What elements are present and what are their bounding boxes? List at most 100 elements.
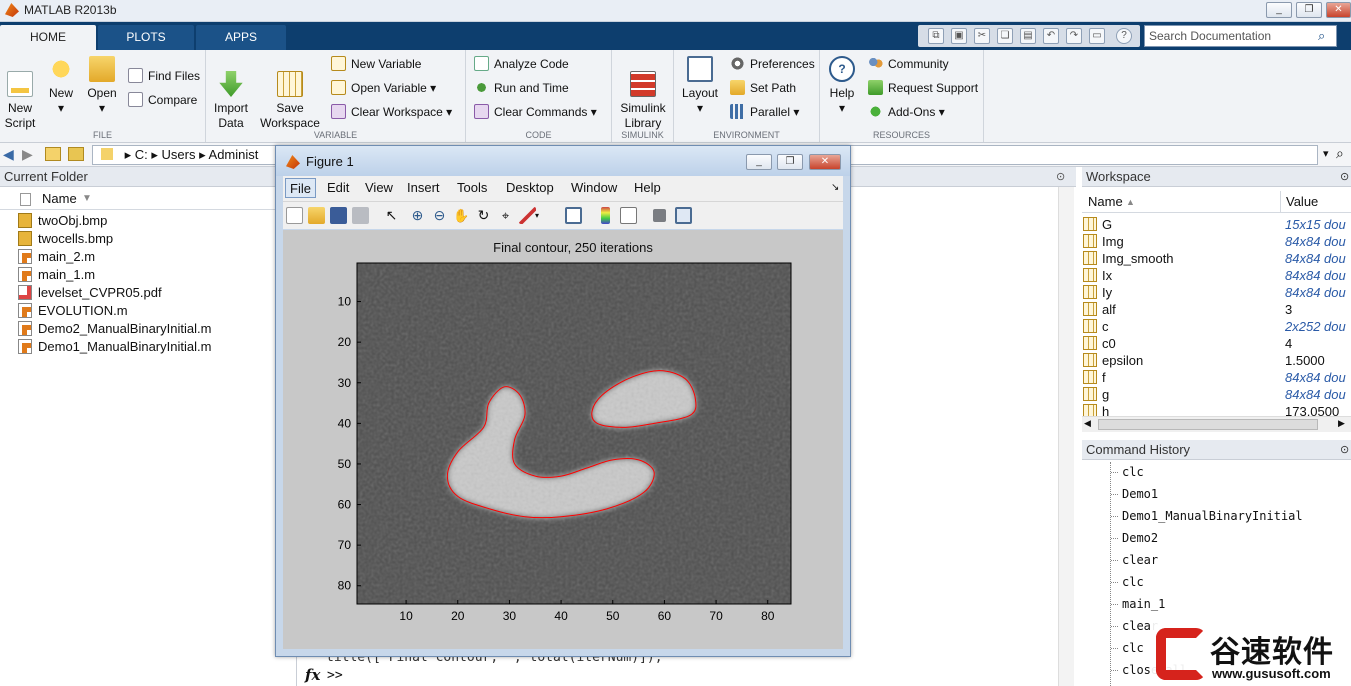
new-script-button[interactable]: New Script <box>2 56 38 131</box>
print-figure-icon[interactable] <box>352 207 369 224</box>
menu-edit[interactable]: Edit <box>323 178 353 198</box>
cut-icon[interactable]: ✂ <box>974 28 990 44</box>
value-column-label[interactable]: Value <box>1280 191 1318 213</box>
menu-insert[interactable]: Insert <box>403 178 444 198</box>
link-plot-icon[interactable] <box>565 207 582 224</box>
file-item[interactable]: main_2.m <box>18 248 95 266</box>
close-button[interactable]: ✕ <box>1326 2 1351 18</box>
search-icon[interactable]: ⌕ <box>1318 28 1325 44</box>
workspace-row[interactable]: Ix 84x84 dou <box>1083 267 1346 284</box>
brush-icon[interactable] <box>519 207 536 224</box>
file-item[interactable]: Demo1_ManualBinaryInitial.m <box>18 338 211 356</box>
history-item[interactable]: clc <box>1111 637 1144 659</box>
scroll-thumb[interactable] <box>1098 419 1318 430</box>
workspace-row[interactable]: alf 3 <box>1083 301 1345 318</box>
menu-help[interactable]: Help <box>630 178 665 198</box>
figure-maximize-button[interactable]: ❐ <box>777 154 803 170</box>
hide-plot-tools-icon[interactable] <box>653 209 666 222</box>
workspace-row[interactable]: Img 84x84 dou <box>1083 233 1346 250</box>
panel-menu-icon[interactable]: ⊙ <box>1340 440 1349 460</box>
history-item[interactable]: Demo1_ManualBinaryInitial <box>1111 505 1303 527</box>
pan-icon[interactable]: ✋ <box>453 207 470 224</box>
workspace-row[interactable]: epsilon 1.5000 <box>1083 352 1345 369</box>
workspace-row[interactable]: Img_smooth 84x84 dou <box>1083 250 1346 267</box>
undock-icon[interactable]: ↘ <box>831 182 839 193</box>
panel-menu-icon[interactable]: ⊙ <box>1056 170 1065 183</box>
path-segment[interactable]: C: <box>135 147 148 162</box>
paste-icon[interactable]: ▤ <box>1020 28 1036 44</box>
file-item[interactable]: EVOLUTION.m <box>18 302 128 320</box>
brush-dropdown-icon[interactable]: ▾ <box>535 207 543 224</box>
tab-plots[interactable]: PLOTS <box>98 25 194 50</box>
workspace-row[interactable]: G 15x15 dou <box>1083 216 1346 233</box>
file-item[interactable]: twoObj.bmp <box>18 212 107 230</box>
file-item[interactable]: twocells.bmp <box>18 230 113 248</box>
preferences-button[interactable]: Preferences <box>730 54 815 74</box>
workspace-row[interactable]: g 84x84 dou <box>1083 386 1346 403</box>
import-data-button[interactable]: Import Data <box>210 56 252 131</box>
edit-plot-icon[interactable]: ↖ <box>383 207 400 224</box>
analyze-code-button[interactable]: Analyze Code <box>474 54 569 74</box>
command-prompt[interactable]: >> <box>327 668 343 683</box>
figure-title-bar[interactable]: Figure 1 _ ❐ ✕ <box>276 146 850 176</box>
maximize-button[interactable]: ❐ <box>1296 2 1322 18</box>
community-button[interactable]: Community <box>868 54 949 74</box>
workspace-row[interactable]: c0 4 <box>1083 335 1345 352</box>
copy-icon[interactable]: ❏ <box>997 28 1013 44</box>
search-icon[interactable]: ⌕ <box>1336 145 1344 162</box>
zoom-in-icon[interactable]: ⊕ <box>409 207 426 224</box>
minimize-button[interactable]: _ <box>1266 2 1292 18</box>
new-variable-button[interactable]: New Variable <box>331 54 421 74</box>
save-icon[interactable]: ▣ <box>951 28 967 44</box>
back-icon[interactable]: ◀ <box>3 146 14 163</box>
path-dropdown-icon[interactable]: ▾ <box>1323 147 1329 160</box>
name-column-label[interactable]: Name <box>1088 191 1123 213</box>
menu-file[interactable]: File <box>285 178 316 198</box>
run-and-time-button[interactable]: Run and Time <box>474 78 569 98</box>
fx-icon[interactable]: fx <box>305 666 320 684</box>
path-segment[interactable]: Administ <box>209 147 259 162</box>
menu-desktop[interactable]: Desktop <box>502 178 558 198</box>
history-item[interactable]: Demo2 <box>1110 527 1158 549</box>
path-segment[interactable]: Users <box>162 147 196 162</box>
workspace-row[interactable]: f 84x84 dou <box>1083 369 1346 386</box>
data-cursor-icon[interactable]: ⌖ <box>497 207 514 224</box>
history-item[interactable]: clc <box>1111 571 1144 593</box>
rotate-3d-icon[interactable]: ↻ <box>475 207 492 224</box>
undo-icon[interactable]: ↶ <box>1043 28 1059 44</box>
find-files-button[interactable]: Find Files <box>128 66 200 86</box>
clear-commands-button[interactable]: Clear Commands ▾ <box>474 102 597 122</box>
history-item[interactable]: Demo1 <box>1110 483 1158 505</box>
help-icon[interactable]: ? <box>1116 28 1132 44</box>
menu-window[interactable]: Window <box>567 178 621 198</box>
parallel-button[interactable]: Parallel ▾ <box>730 102 799 122</box>
clear-workspace-button[interactable]: Clear Workspace ▾ <box>331 102 452 122</box>
open-file-icon[interactable] <box>308 207 325 224</box>
tab-home[interactable]: HOME <box>0 25 96 50</box>
request-support-button[interactable]: Request Support <box>868 78 978 98</box>
workspace-row[interactable]: c 2x252 dou <box>1083 318 1346 335</box>
open-variable-button[interactable]: Open Variable ▾ <box>331 78 436 98</box>
history-item[interactable]: clear <box>1110 549 1158 571</box>
panel-menu-icon[interactable]: ⊙ <box>1340 167 1349 187</box>
figure-close-button[interactable]: ✕ <box>809 154 841 170</box>
file-item[interactable]: levelset_CVPR05.pdf <box>18 284 162 302</box>
help-button[interactable]: ? Help ▾ <box>824 56 860 116</box>
figure-minimize-button[interactable]: _ <box>746 154 772 170</box>
plot-svg[interactable]: Final contour, 250 iterations 10 20 30 40 50… <box>283 230 843 649</box>
legend-icon[interactable] <box>620 207 637 224</box>
redo-icon[interactable]: ↷ <box>1066 28 1082 44</box>
scroll-right-icon[interactable]: ▶ <box>1338 418 1345 429</box>
set-path-button[interactable]: Set Path <box>730 78 796 98</box>
simulink-library-button[interactable]: Simulink Library <box>616 56 670 131</box>
switch-windows-icon[interactable]: ▭ <box>1089 28 1105 44</box>
workspace-hscrollbar[interactable]: ◀ ▶ <box>1082 416 1351 432</box>
figure-window[interactable]: Figure 1 _ ❐ ✕ File Edit View Insert Too… <box>275 145 851 657</box>
file-item[interactable]: main_1.m <box>18 266 95 284</box>
scroll-left-icon[interactable]: ◀ <box>1084 418 1091 429</box>
open-button[interactable]: Open ▾ <box>84 56 120 116</box>
browse-folder-icon[interactable] <box>68 147 84 161</box>
menu-tools[interactable]: Tools <box>453 178 491 198</box>
add-ons-button[interactable]: Add-Ons ▾ <box>868 102 945 122</box>
shortcut-icon[interactable]: ⧉ <box>928 28 944 44</box>
